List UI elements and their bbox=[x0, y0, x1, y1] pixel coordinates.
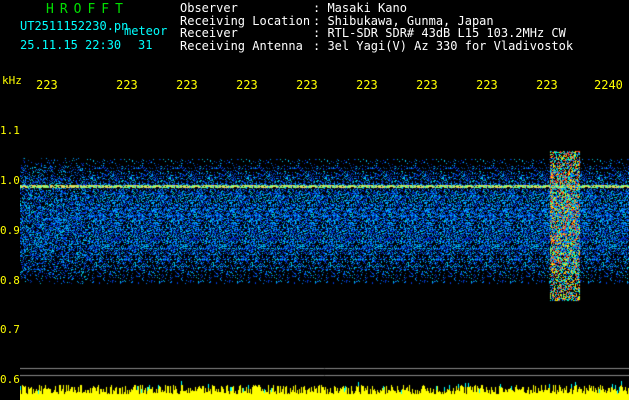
meteor-count: 31 bbox=[138, 38, 153, 52]
receiver-value: : RTL-SDR SDR# 43dB L15 103.2MHz CW bbox=[313, 26, 566, 40]
station-info-labels: Observer Receiving Location Receiver Rec… bbox=[180, 2, 310, 52]
observer-value: : Masaki Kano bbox=[313, 1, 407, 15]
freq-tick-label: 0.6 bbox=[0, 373, 20, 386]
time-tick-label: 223 bbox=[476, 78, 498, 92]
freq-tick-label: 0.7 bbox=[0, 323, 20, 336]
app-title: HROFFT bbox=[46, 2, 129, 17]
time-tick-label: 223 bbox=[536, 78, 558, 92]
time-tick-label: 223 bbox=[116, 78, 138, 92]
receiver-label: Receiver bbox=[180, 26, 238, 40]
time-tick-label: 223 bbox=[176, 78, 198, 92]
date-time-label: 25.11.15 22:30 bbox=[20, 38, 122, 52]
antenna-value: : 3el Yagi(V) Az 330 for Vladivostok bbox=[313, 38, 574, 53]
meteor-label: meteor bbox=[124, 24, 168, 38]
freq-tick-label: 1.0 bbox=[0, 174, 20, 187]
time-tick-label: 2240 bbox=[594, 78, 623, 92]
observer-label: Observer bbox=[180, 1, 238, 15]
time-tick-label: 223 bbox=[296, 78, 318, 92]
freq-tick-label: 1.1 bbox=[0, 124, 20, 137]
station-info-values: : Masaki Kano : Shibukawa, Gunma, Japan … bbox=[313, 2, 573, 52]
time-tick-label: 223 bbox=[416, 78, 438, 92]
time-tick-label: 223 bbox=[36, 78, 58, 92]
frequency-unit-label: kHz bbox=[2, 74, 22, 87]
filename-label: UT2511152230.pn bbox=[20, 19, 129, 33]
hrofft-window: HROFFT UT2511152230.pn meteor 25.11.15 2… bbox=[0, 0, 629, 400]
freq-tick-label: 0.8 bbox=[0, 274, 20, 287]
spectrogram-canvas bbox=[20, 96, 629, 400]
freq-tick-label: 0.9 bbox=[0, 224, 20, 237]
time-tick-label: 223 bbox=[356, 78, 378, 92]
antenna-label: Receiving Antenna bbox=[180, 38, 303, 53]
time-tick-label: 223 bbox=[236, 78, 258, 92]
